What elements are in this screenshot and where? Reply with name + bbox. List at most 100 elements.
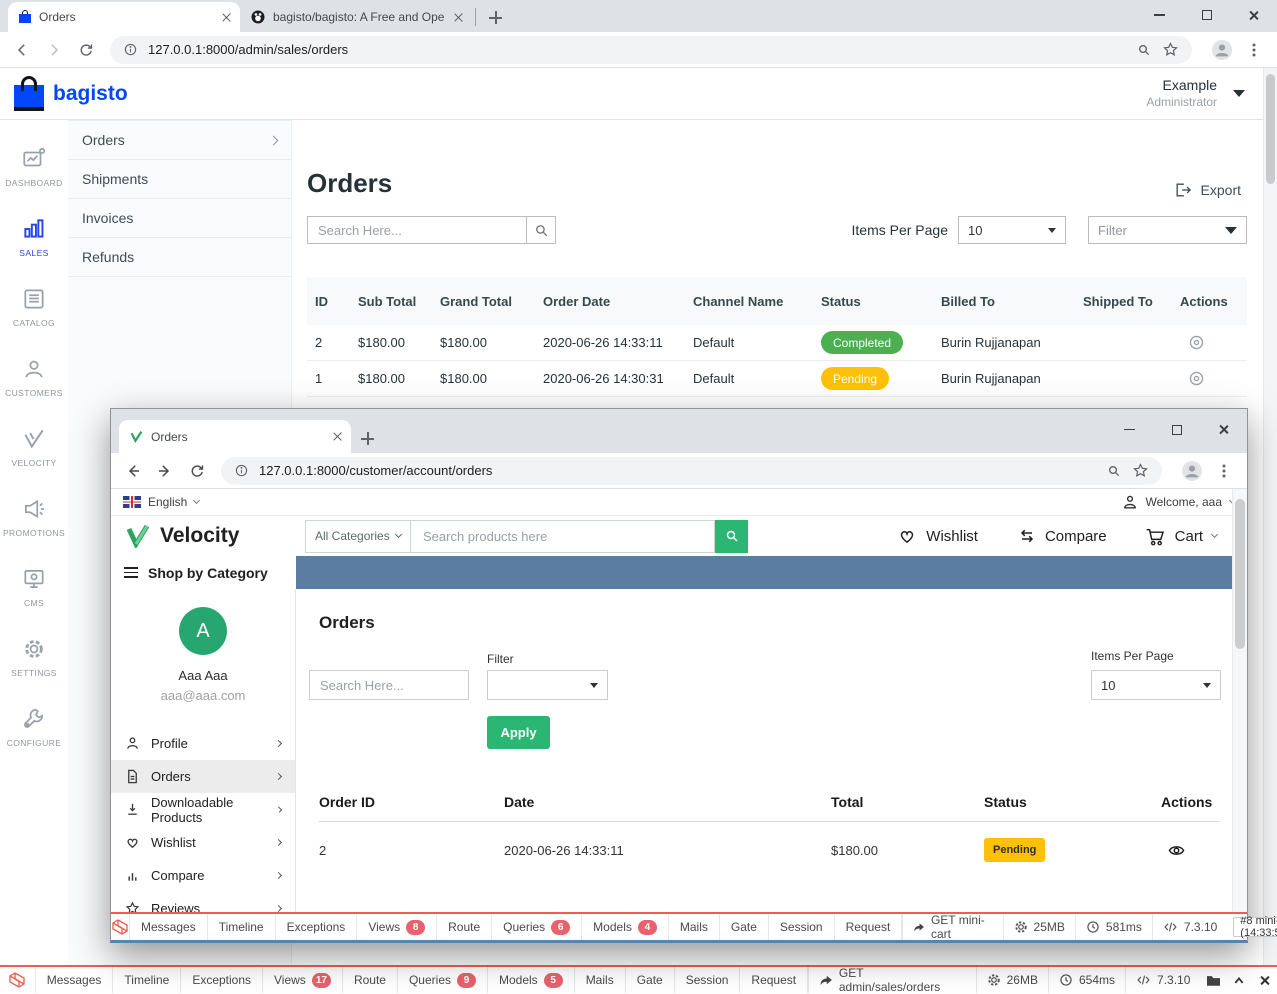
- view-order-button[interactable]: [1180, 334, 1240, 351]
- store-logo[interactable]: Velocity: [125, 524, 289, 548]
- zoom-icon[interactable]: [1106, 463, 1122, 479]
- debug-tab-queries[interactable]: Queries9: [398, 967, 488, 993]
- items-per-page-select[interactable]: 10: [1091, 670, 1221, 700]
- debug-close-icon[interactable]: [1251, 967, 1277, 993]
- debug-tab-session[interactable]: Session: [769, 914, 835, 940]
- page-scrollbar[interactable]: [1263, 68, 1277, 965]
- sidebar-item-customers[interactable]: CUSTOMERS: [0, 342, 68, 412]
- bookmark-star-icon[interactable]: [1132, 462, 1149, 479]
- sidebar-item-catalog[interactable]: CATALOG: [0, 272, 68, 342]
- debug-tab-timeline[interactable]: Timeline: [113, 967, 181, 993]
- sidebar-item-velocity[interactable]: VELOCITY: [0, 412, 68, 482]
- admin-user-menu[interactable]: Example Administrator: [1146, 77, 1263, 110]
- items-per-page-select[interactable]: 10: [958, 216, 1066, 244]
- debug-tab-messages[interactable]: Messages: [36, 967, 114, 993]
- debug-open-icon[interactable]: [1200, 967, 1226, 993]
- sidebar-item-wishlist[interactable]: Wishlist: [111, 826, 295, 859]
- minimize-button[interactable]: [1136, 0, 1183, 30]
- back-icon[interactable]: [8, 36, 36, 64]
- compare-link[interactable]: Compare: [1016, 528, 1107, 545]
- debug-tab-gate[interactable]: Gate: [626, 967, 675, 993]
- debug-request-select[interactable]: #8 mini-cart (ajax) (14:33:52): [1233, 917, 1277, 937]
- bagisto-logo-icon[interactable]: [14, 76, 44, 112]
- sidebar-item-compare[interactable]: Compare: [111, 859, 295, 892]
- sidebar-item-promotions[interactable]: PROMOTIONS: [0, 482, 68, 552]
- view-order-button[interactable]: [1161, 842, 1219, 859]
- page-scrollbar[interactable]: [1232, 489, 1247, 912]
- debug-tab-messages[interactable]: Messages: [130, 914, 208, 940]
- sidebar-item-settings[interactable]: SETTINGS: [0, 622, 68, 692]
- search-button[interactable]: [527, 216, 556, 244]
- brand-name[interactable]: bagisto: [53, 82, 128, 106]
- back-icon[interactable]: [119, 457, 147, 485]
- reload-icon[interactable]: [183, 457, 211, 485]
- account-dropdown[interactable]: Welcome, aaa: [1122, 494, 1235, 510]
- submenu-item-refunds[interactable]: Refunds: [68, 238, 291, 277]
- close-button[interactable]: [1230, 0, 1277, 30]
- forward-icon[interactable]: [40, 36, 68, 64]
- debug-tab-route[interactable]: Route: [343, 967, 398, 993]
- laravel-logo-icon[interactable]: [0, 967, 36, 993]
- debug-tab-route[interactable]: Route: [437, 914, 492, 940]
- debug-tab-gate[interactable]: Gate: [720, 914, 769, 940]
- debug-tab-views[interactable]: Views17: [263, 967, 343, 993]
- tab-close-icon[interactable]: [332, 431, 343, 442]
- maximize-button[interactable]: [1183, 0, 1230, 30]
- url-field[interactable]: 127.0.0.1:8000/admin/sales/orders: [110, 36, 1192, 64]
- export-button[interactable]: Export: [1173, 180, 1241, 200]
- browser-menu-icon[interactable]: [1247, 41, 1261, 59]
- bookmark-star-icon[interactable]: [1162, 41, 1179, 58]
- info-icon[interactable]: [234, 463, 249, 478]
- sidebar-item-configure[interactable]: CONFIGURE: [0, 692, 68, 762]
- minimize-button[interactable]: [1106, 413, 1153, 446]
- product-search-input[interactable]: [411, 520, 715, 553]
- sidebar-item-downloadable-products[interactable]: Downloadable Products: [111, 793, 295, 826]
- debug-tab-session[interactable]: Session: [675, 967, 741, 993]
- sidebar-item-profile[interactable]: Profile: [111, 727, 295, 760]
- view-order-button[interactable]: [1180, 370, 1240, 387]
- tab-close-icon[interactable]: [453, 12, 464, 23]
- shop-by-category-button[interactable]: Shop by Category: [111, 556, 296, 589]
- debug-tab-request[interactable]: Request: [835, 914, 903, 940]
- new-tab-button[interactable]: [489, 11, 502, 24]
- cart-link[interactable]: Cart: [1145, 527, 1217, 546]
- debug-tab-queries[interactable]: Queries6: [492, 914, 582, 940]
- debug-tab-views[interactable]: Views8: [357, 914, 437, 940]
- tab-customer-orders[interactable]: Orders: [119, 420, 351, 453]
- language-selector[interactable]: English: [148, 495, 187, 509]
- filter-select[interactable]: [487, 670, 608, 700]
- debug-tab-models[interactable]: Models5: [488, 967, 575, 993]
- submenu-item-invoices[interactable]: Invoices: [68, 199, 291, 238]
- debug-tab-mails[interactable]: Mails: [669, 914, 720, 940]
- close-button[interactable]: [1200, 413, 1247, 446]
- wishlist-link[interactable]: Wishlist: [897, 527, 978, 545]
- tab-github[interactable]: bagisto/bagisto: A Free and Ope: [240, 2, 472, 32]
- apply-button[interactable]: Apply: [487, 716, 550, 749]
- debug-tab-exceptions[interactable]: Exceptions: [276, 914, 358, 940]
- product-search-button[interactable]: [715, 520, 748, 553]
- sidebar-item-orders[interactable]: Orders: [111, 760, 295, 793]
- debug-tab-request[interactable]: Request: [740, 967, 808, 993]
- debug-tab-timeline[interactable]: Timeline: [208, 914, 276, 940]
- profile-avatar-icon[interactable]: [1180, 459, 1204, 483]
- url-field[interactable]: 127.0.0.1:8000/customer/account/orders: [221, 457, 1162, 485]
- category-select[interactable]: All Categories: [305, 520, 411, 553]
- maximize-button[interactable]: [1153, 413, 1200, 446]
- scrollbar-thumb[interactable]: [1235, 499, 1245, 649]
- scrollbar-thumb[interactable]: [1266, 74, 1275, 184]
- submenu-item-shipments[interactable]: Shipments: [68, 160, 291, 199]
- debug-tab-models[interactable]: Models4: [582, 914, 669, 940]
- search-input[interactable]: [309, 670, 469, 700]
- info-icon[interactable]: [123, 42, 138, 57]
- debug-tab-mails[interactable]: Mails: [575, 967, 626, 993]
- tab-admin-orders[interactable]: Orders: [8, 2, 240, 32]
- debug-expand-icon[interactable]: [1226, 967, 1252, 993]
- laravel-logo-icon[interactable]: [111, 914, 130, 940]
- sidebar-item-sales[interactable]: SALES: [0, 202, 68, 272]
- new-tab-button[interactable]: [361, 432, 374, 445]
- search-input[interactable]: [307, 216, 527, 244]
- profile-avatar-icon[interactable]: [1210, 38, 1234, 62]
- debug-tab-exceptions[interactable]: Exceptions: [181, 967, 263, 993]
- sidebar-item-cms[interactable]: CMS: [0, 552, 68, 622]
- submenu-item-orders[interactable]: Orders: [68, 121, 291, 160]
